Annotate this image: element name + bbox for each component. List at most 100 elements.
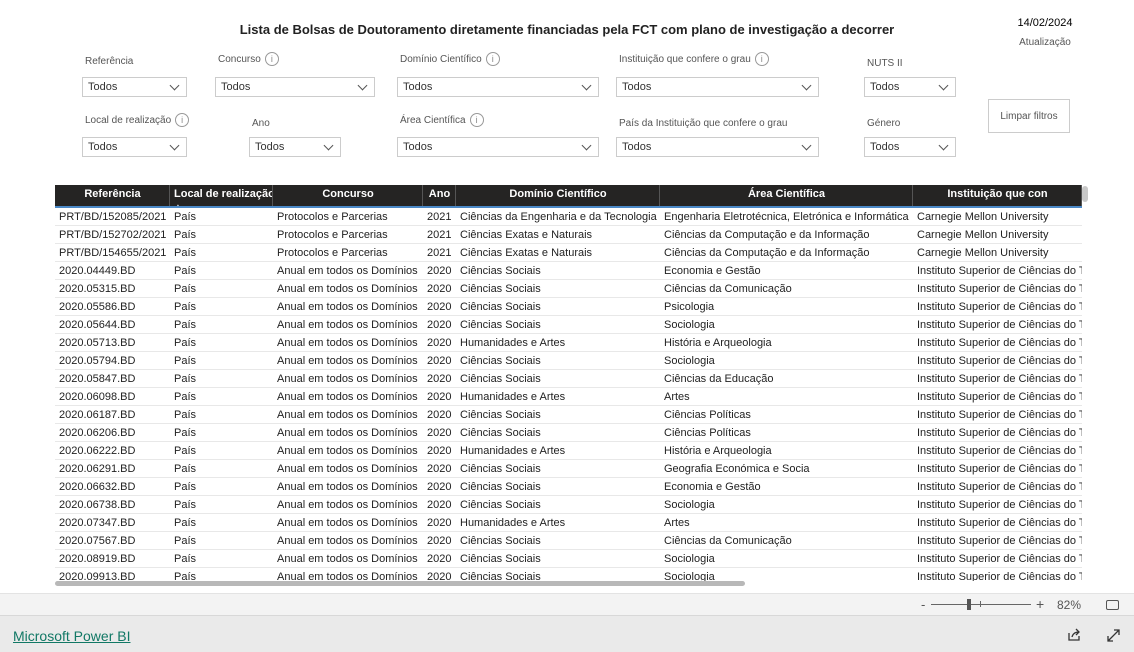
zoom-in-button[interactable]: + xyxy=(1036,596,1044,612)
filter-dropdown[interactable]: Todos xyxy=(397,77,599,97)
fit-to-page-icon[interactable] xyxy=(1106,600,1119,610)
table-row[interactable]: 2020.05847.BD País Anual em todos os Domín… xyxy=(55,370,1082,388)
table-cell: PRT/BD/152085/2021 xyxy=(59,211,167,223)
table-cell: Artes xyxy=(664,391,690,403)
info-icon[interactable]: i xyxy=(175,113,190,127)
table-cell: 2020.07347.BD xyxy=(59,517,136,529)
table-cell: 2021 xyxy=(427,211,452,223)
dropdown-value: Todos xyxy=(870,81,900,93)
zoom-slider-thumb[interactable] xyxy=(967,599,972,610)
column-header[interactable]: Ano xyxy=(423,185,456,206)
filter-dropdown[interactable]: Todos xyxy=(215,77,375,97)
table-cell: 2020.06738.BD xyxy=(59,499,136,511)
zoom-out-button[interactable]: - xyxy=(921,597,925,612)
table-cell: País xyxy=(174,517,197,529)
column-header-label: Referência xyxy=(84,188,141,200)
table-cell: País xyxy=(174,481,197,493)
filter-label: Domínio Científico i xyxy=(400,52,500,66)
table-cell: 2020.06222.BD xyxy=(59,445,136,457)
table-cell: País xyxy=(174,247,197,259)
table-cell: País xyxy=(174,337,197,349)
table-cell: Anual em todos os Domínios xyxy=(277,373,418,385)
chevron-down-icon xyxy=(581,140,592,150)
table-cell: Ciências Sociais xyxy=(460,535,541,547)
table-row[interactable]: 2020.06098.BD País Anual em todos os Domín… xyxy=(55,388,1082,406)
table-cell: Carnegie Mellon University xyxy=(917,247,1049,259)
table-row[interactable]: PRT/BD/152702/2021 País Protocolos e Parce… xyxy=(55,226,1082,244)
table-row[interactable]: 2020.04449.BD País Anual em todos os Domín… xyxy=(55,262,1082,280)
table-row[interactable]: 2020.06632.BD País Anual em todos os Domín… xyxy=(55,478,1082,496)
table-row[interactable]: 2020.07347.BD País Anual em todos os Domín… xyxy=(55,514,1082,532)
table-cell: História e Arqueologia xyxy=(664,445,772,457)
table-cell: Psicologia xyxy=(664,301,715,313)
table-row[interactable]: PRT/BD/154655/2021 País Protocolos e Parce… xyxy=(55,244,1082,262)
column-header[interactable]: Concurso xyxy=(273,185,423,206)
table-cell: Anual em todos os Domínios xyxy=(277,265,418,277)
horizontal-scrollbar[interactable] xyxy=(55,581,745,586)
table-cell: 2020 xyxy=(427,499,452,511)
table-cell: Anual em todos os Domínios xyxy=(277,319,418,331)
table-cell: Ciências Políticas xyxy=(664,409,751,421)
table-row[interactable]: 2020.06291.BD País Anual em todos os Domín… xyxy=(55,460,1082,478)
filter-label-text: Ano xyxy=(252,118,270,129)
filter-dropdown[interactable]: Todos xyxy=(864,137,956,157)
filter-dropdown[interactable]: Todos xyxy=(864,77,956,97)
column-header[interactable]: Referência xyxy=(55,185,170,206)
filter-dropdown[interactable]: Todos xyxy=(249,137,341,157)
filter-dropdown[interactable]: Todos xyxy=(616,77,819,97)
filter-dropdown[interactable]: Todos xyxy=(82,137,187,157)
share-icon[interactable] xyxy=(1067,628,1081,642)
table-cell: Instituto Superior de Ciências do T xyxy=(917,265,1082,277)
table-cell: 2020 xyxy=(427,409,452,421)
zoom-bar: - + 82% xyxy=(0,593,1134,615)
table-row[interactable]: 2020.08919.BD País Anual em todos os Domín… xyxy=(55,550,1082,568)
table-cell: 2020 xyxy=(427,445,452,457)
table-cell: Ciências Sociais xyxy=(460,373,541,385)
table-cell: Instituto Superior de Ciências do T xyxy=(917,445,1082,457)
clear-filters-button[interactable]: Limpar filtros xyxy=(988,99,1070,133)
info-icon[interactable]: i xyxy=(469,113,484,127)
table-cell: Anual em todos os Domínios xyxy=(277,337,418,349)
table-cell: 2020 xyxy=(427,463,452,475)
table-row[interactable]: 2020.05713.BD País Anual em todos os Domín… xyxy=(55,334,1082,352)
column-header[interactable]: Instituição que con xyxy=(913,185,1082,206)
table-row[interactable]: PRT/BD/152085/2021 País Protocolos e Parce… xyxy=(55,208,1082,226)
table-row[interactable]: 2020.05586.BD País Anual em todos os Domín… xyxy=(55,298,1082,316)
zoom-slider[interactable] xyxy=(931,604,1031,605)
power-bi-link[interactable]: Microsoft Power BI xyxy=(13,628,130,644)
filter-dropdown[interactable]: Todos xyxy=(616,137,819,157)
vertical-scrollbar[interactable] xyxy=(1082,186,1088,202)
table-cell: Anual em todos os Domínios xyxy=(277,445,418,457)
filter-label: Referência xyxy=(85,56,133,67)
table-row[interactable]: 2020.06187.BD País Anual em todos os Domín… xyxy=(55,406,1082,424)
table-cell: Ciências Políticas xyxy=(664,427,751,439)
table-row[interactable]: 2020.06222.BD País Anual em todos os Domín… xyxy=(55,442,1082,460)
table-cell: 2020.06291.BD xyxy=(59,463,136,475)
filter-label-text: NUTS II xyxy=(867,58,903,69)
table-row[interactable]: 2020.09913.BD País Anual em todos os Domín… xyxy=(55,568,1082,581)
filter-dropdown[interactable]: Todos xyxy=(82,77,187,97)
info-icon[interactable]: i xyxy=(754,52,769,66)
column-header[interactable]: Área Científica xyxy=(660,185,913,206)
table-cell: Instituto Superior de Ciências do T xyxy=(917,373,1082,385)
table-cell: Instituto Superior de Ciências do T xyxy=(917,499,1082,511)
table-cell: País xyxy=(174,499,197,511)
update-date: 14/02/2024 xyxy=(1017,17,1073,29)
info-icon[interactable]: i xyxy=(264,52,279,66)
table-row[interactable]: 2020.05315.BD País Anual em todos os Domín… xyxy=(55,280,1082,298)
table-row[interactable]: 2020.07567.BD País Anual em todos os Domín… xyxy=(55,532,1082,550)
expand-icon[interactable] xyxy=(1107,629,1120,642)
info-icon[interactable]: i xyxy=(485,52,500,66)
table-row[interactable]: 2020.06738.BD País Anual em todos os Domín… xyxy=(55,496,1082,514)
filter-label-text: Área Científica xyxy=(400,114,466,126)
filter-dropdown[interactable]: Todos xyxy=(397,137,599,157)
table-row[interactable]: 2020.05794.BD País Anual em todos os Domín… xyxy=(55,352,1082,370)
table-row[interactable]: 2020.06206.BD País Anual em todos os Domín… xyxy=(55,424,1082,442)
table-cell: Instituto Superior de Ciências do T xyxy=(917,481,1082,493)
table-cell: 2020 xyxy=(427,337,452,349)
table-cell: Ciências Sociais xyxy=(460,427,541,439)
column-header[interactable]: Local de realização ▲ xyxy=(170,185,273,206)
table-row[interactable]: 2020.05644.BD País Anual em todos os Domín… xyxy=(55,316,1082,334)
column-header[interactable]: Domínio Científico xyxy=(456,185,660,206)
dropdown-value: Todos xyxy=(403,81,433,93)
